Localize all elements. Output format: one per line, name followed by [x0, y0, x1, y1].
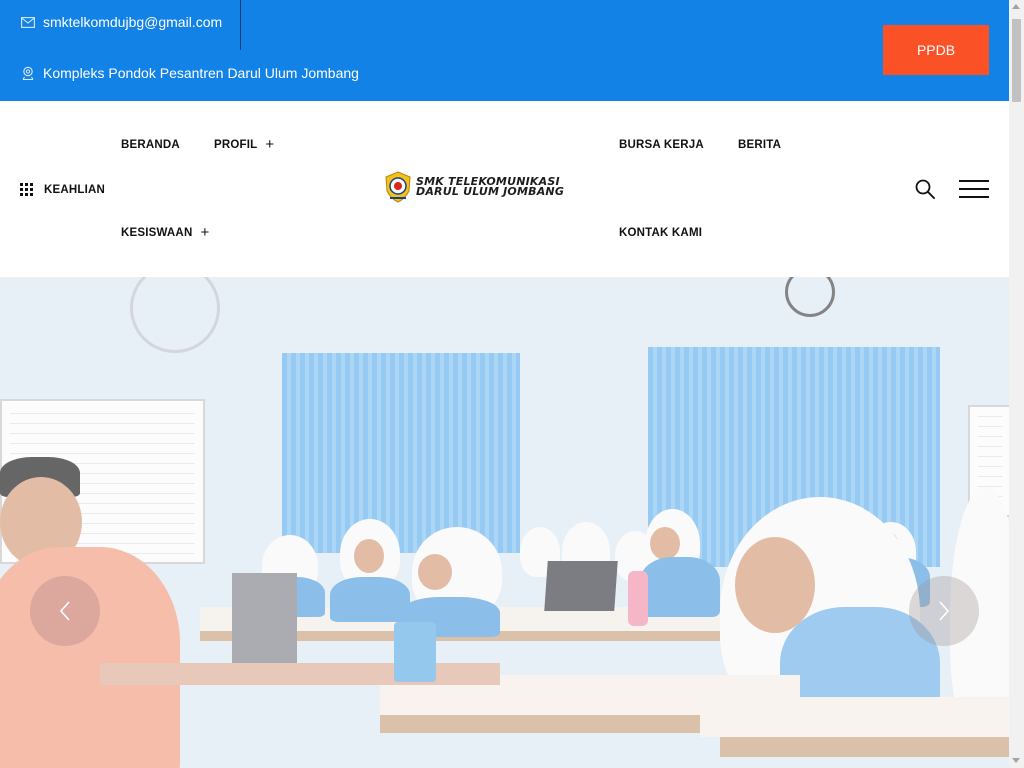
search-icon[interactable] — [915, 179, 935, 199]
nav-kesiswaan-label: KESISWAAN — [121, 226, 193, 239]
nav-bursa-kerja-label: BURSA KERJA — [619, 139, 704, 151]
page-scrollbar[interactable] — [1009, 0, 1024, 768]
logo-text: SMK TELEKOMUNIKASI DARUL ULUM JOMBANG — [416, 176, 565, 198]
slider-prev-button[interactable] — [30, 576, 100, 646]
scroll-down-icon[interactable] — [1012, 758, 1020, 763]
hamburger-menu-icon[interactable] — [959, 180, 989, 198]
site-logo[interactable]: SMK TELEKOMUNIKASI DARUL ULUM JOMBANG — [383, 171, 564, 203]
nav-profil-label: PROFIL — [214, 138, 258, 151]
contact-email-text: smktelkomdujbg@gmail.com — [43, 14, 223, 30]
nav-berita-label: BERITA — [738, 139, 782, 151]
contact-address-text: Kompleks Pondok Pesantren Darul Ulum Jom… — [43, 65, 359, 81]
nav-kontak-kami[interactable]: KONTAK KAMI — [619, 227, 702, 239]
slider-next-button[interactable] — [909, 576, 979, 646]
ppdb-button[interactable]: PPDB — [883, 25, 989, 75]
contact-address: Kompleks Pondok Pesantren Darul Ulum Jom… — [20, 65, 359, 81]
chevron-right-icon — [939, 601, 950, 621]
school-emblem-icon — [385, 171, 411, 203]
nav-beranda-label: BERANDA — [121, 139, 180, 151]
plus-icon: + — [200, 224, 210, 241]
location-pin-icon — [20, 65, 36, 81]
contact-email[interactable]: smktelkomdujbg@gmail.com — [20, 14, 222, 30]
top-bar: smktelkomdujbg@gmail.com Kompleks Pondok… — [0, 0, 1009, 101]
nav-keahlian-label: KEAHLIAN — [44, 183, 106, 196]
envelope-icon — [20, 14, 36, 30]
scroll-up-icon[interactable] — [1012, 4, 1020, 9]
main-header: KEAHLIAN BERANDA PROFIL + KESISWAAN + SM… — [0, 101, 1009, 277]
plus-icon: + — [265, 136, 275, 153]
nav-keahlian[interactable]: KEAHLIAN — [20, 183, 105, 196]
nav-profil[interactable]: PROFIL + — [214, 137, 274, 152]
scrollbar-thumb[interactable] — [1012, 19, 1021, 102]
logo-line-2: DARUL ULUM JOMBANG — [416, 185, 565, 198]
nav-beranda[interactable]: BERANDA — [121, 139, 180, 151]
nav-kesiswaan[interactable]: KESISWAAN + — [121, 225, 209, 240]
grid-icon — [20, 183, 33, 196]
nav-kontak-kami-label: KONTAK KAMI — [619, 227, 703, 239]
chevron-left-icon — [59, 601, 70, 621]
topbar-divider — [240, 0, 241, 50]
nav-bursa-kerja[interactable]: BURSA KERJA — [619, 139, 704, 151]
nav-berita[interactable]: BERITA — [738, 139, 781, 151]
hero-slider — [0, 277, 1009, 768]
